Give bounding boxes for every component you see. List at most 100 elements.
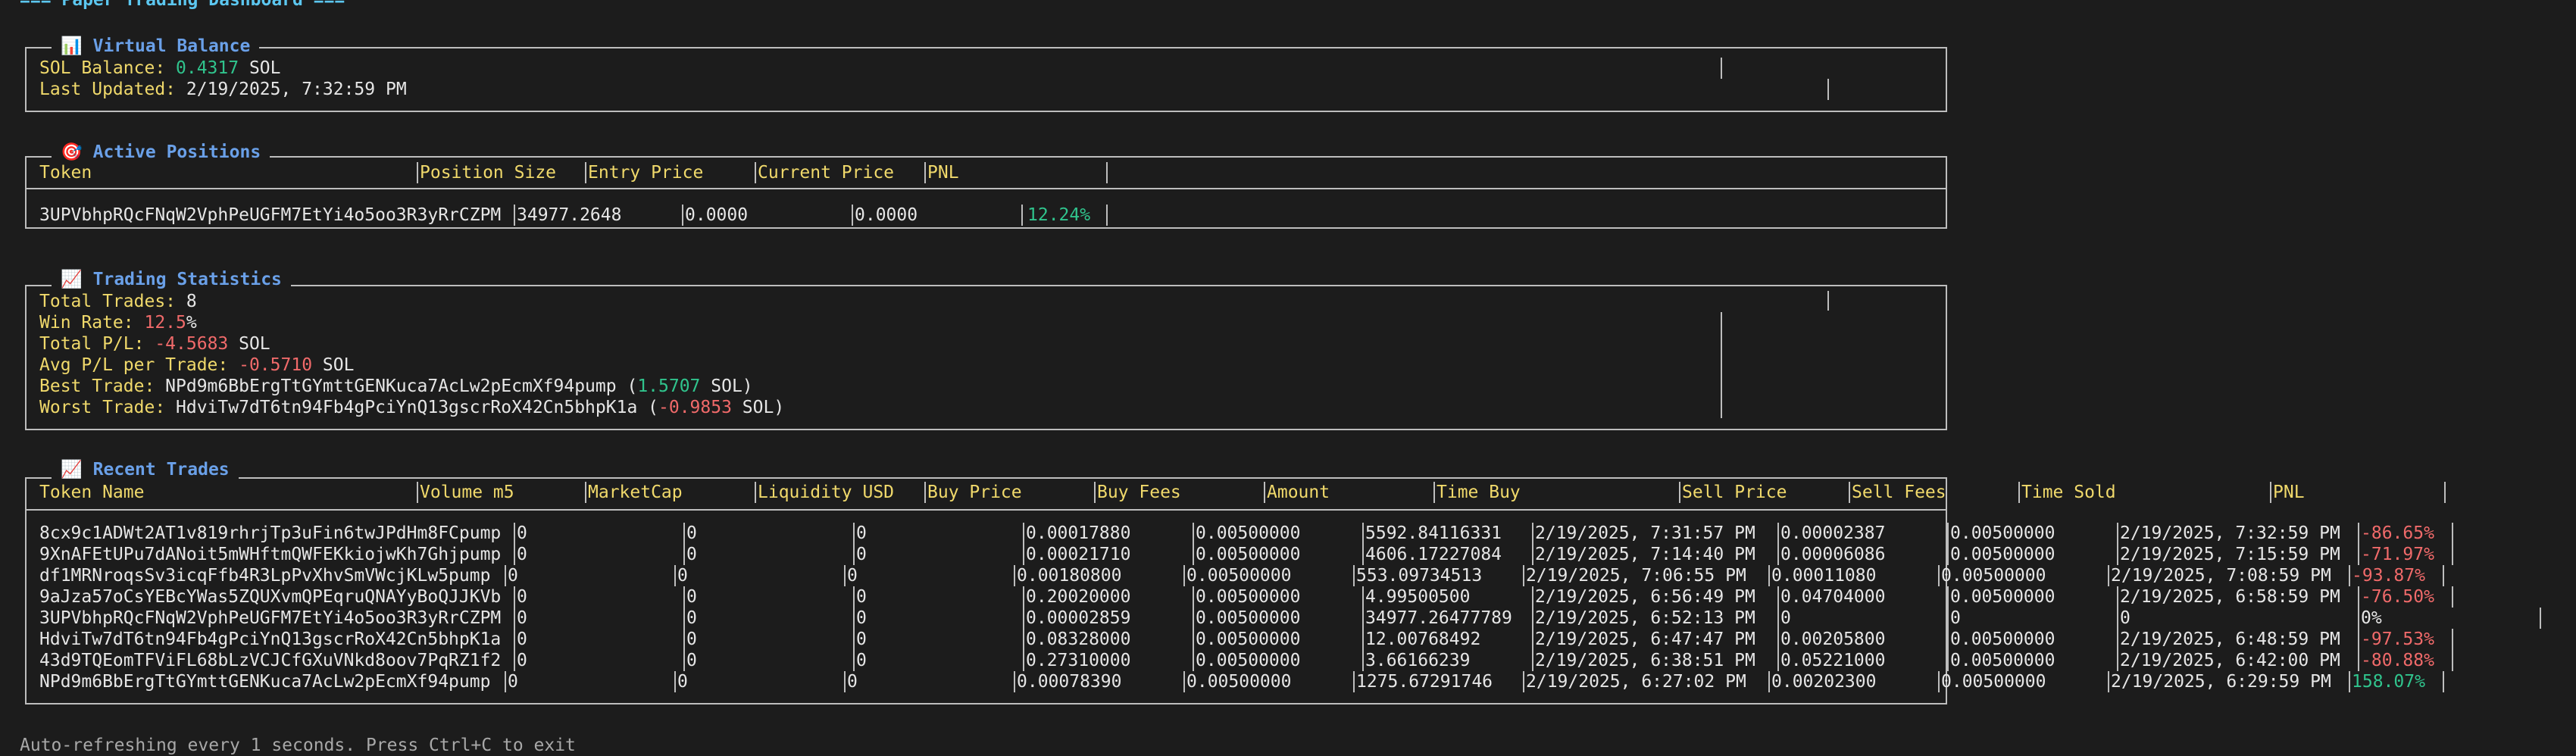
- column-separator: [1849, 482, 1850, 503]
- trade-volume-m5: 0: [517, 523, 527, 543]
- column-separator: [1264, 482, 1265, 503]
- column-separator: [2018, 482, 2020, 503]
- last-updated-line: Last Updated: 2/19/2025, 7:32:59 PM: [39, 80, 407, 99]
- best-trade-value: 1.5707: [637, 376, 701, 396]
- column-separator: [2444, 482, 2446, 503]
- trade-amount: 4606.17227084: [1365, 545, 1502, 564]
- column-separator: [674, 671, 676, 692]
- column-separator: [514, 205, 515, 226]
- column-separator: [2349, 671, 2350, 692]
- trade-buy-price: 0.00021710: [1026, 545, 1131, 564]
- trades-header-volume-m5: Volume m5: [420, 483, 514, 502]
- trade-sell-fees: 0.00500000: [1950, 523, 2055, 543]
- positions-header-entry: Entry Price: [588, 163, 704, 183]
- column-separator: [1193, 586, 1194, 608]
- column-separator: [1023, 629, 1024, 650]
- column-separator: [1362, 608, 1364, 629]
- column-separator: [1532, 544, 1533, 565]
- trade-liquidity-usd: 0: [856, 587, 867, 607]
- column-separator: [1023, 544, 1024, 565]
- trade-pnl: 0%: [2361, 608, 2382, 628]
- column-separator: [2117, 650, 2118, 671]
- trade-time-buy: 2/19/2025, 7:31:57 PM: [1535, 523, 1755, 543]
- best-trade-token: NPd9m6BbErgTtGYmttGENKuca7AcLw2pEcmXf94p…: [165, 376, 617, 396]
- column-separator: [1193, 523, 1194, 544]
- trade-time-sold: 2/19/2025, 6:48:59 PM: [2120, 629, 2340, 649]
- trade-token-name: HdviTw7dT6tn94Fb4gPciYnQ13gscrRoX42Cn5bh…: [39, 629, 502, 649]
- column-separator: [2540, 608, 2541, 629]
- trade-sell-price: 0: [1780, 608, 1791, 628]
- column-separator: [1362, 523, 1364, 544]
- bar-chart-icon: 📊: [61, 36, 83, 56]
- column-separator: [2443, 565, 2444, 586]
- trade-volume-m5: 0: [508, 672, 518, 692]
- column-separator: [417, 162, 418, 183]
- trade-sell-fees: 0.00500000: [1950, 651, 2055, 670]
- trade-buy-price: 0.00017880: [1026, 523, 1131, 543]
- column-separator: [683, 650, 685, 671]
- trade-time-sold: 2/19/2025, 6:29:59 PM: [2111, 672, 2331, 692]
- column-separator: [853, 608, 855, 629]
- column-separator: [1777, 586, 1779, 608]
- trade-amount: 1275.67291746: [1356, 672, 1493, 692]
- trade-marketcap: 0: [686, 651, 697, 670]
- chart-up-icon: 📈: [61, 460, 83, 480]
- column-separator: [1947, 544, 1949, 565]
- trade-sell-fees: 0.00500000: [1941, 566, 2046, 586]
- column-separator: [1106, 205, 1108, 226]
- column-separator: [1193, 629, 1194, 650]
- trade-amount: 4.99500500: [1365, 587, 1471, 607]
- column-separator: [505, 565, 506, 586]
- column-separator: [1721, 58, 1722, 79]
- trade-time-buy: 2/19/2025, 7:06:55 PM: [1526, 566, 1746, 586]
- trade-buy-fees: 0.00500000: [1196, 608, 1301, 628]
- trade-liquidity-usd: 0: [856, 608, 867, 628]
- column-separator: [853, 629, 855, 650]
- worst-trade-value: -0.9853: [658, 398, 732, 417]
- trade-amount: 5592.84116331: [1365, 523, 1502, 543]
- trade-sell-price: 0.00006086: [1780, 545, 1886, 564]
- trade-time-sold: 0: [2120, 608, 2131, 628]
- trade-liquidity-usd: 0: [856, 629, 867, 649]
- column-separator: [1193, 650, 1194, 671]
- column-separator: [1768, 565, 1770, 586]
- column-separator: [1532, 523, 1533, 544]
- trade-liquidity-usd: 0: [856, 523, 867, 543]
- trades-header-marketcap: MarketCap: [588, 483, 683, 502]
- trades-header-pnl: PNL: [2273, 483, 2305, 502]
- worst-trade-line: Worst Trade: HdviTw7dT6tn94Fb4gPciYnQ13g…: [39, 398, 785, 417]
- trade-buy-price: 0.00180800: [1017, 566, 1122, 586]
- trade-buy-fees: 0.00500000: [1186, 672, 1292, 692]
- trade-buy-fees: 0.00500000: [1196, 523, 1301, 543]
- column-separator: [853, 586, 855, 608]
- trade-buy-price: 0.00078390: [1017, 672, 1122, 692]
- column-separator: [682, 205, 683, 226]
- column-separator: [1023, 586, 1024, 608]
- worst-trade-token: HdviTw7dT6tn94Fb4gPciYnQ13gscrRoX42Cn5bh…: [176, 398, 638, 417]
- trade-time-buy: 2/19/2025, 6:56:49 PM: [1535, 587, 1755, 607]
- column-separator: [1094, 482, 1096, 503]
- column-separator: [683, 629, 685, 650]
- column-separator: [2349, 565, 2350, 586]
- column-separator: [1353, 565, 1355, 586]
- column-separator: [844, 671, 846, 692]
- column-separator: [2452, 586, 2453, 608]
- avg-pl-line: Avg P/L per Trade: -0.5710 SOL: [39, 355, 355, 375]
- position-token: 3UPVbhpRQcFNqW2VphPeUGFM7EtYi4o5oo3R3yRr…: [39, 205, 502, 225]
- recent-trades-title: Recent Trades: [92, 460, 230, 480]
- trade-marketcap: 0: [686, 587, 697, 607]
- header-divider: [25, 509, 1947, 511]
- trade-volume-m5: 0: [517, 587, 527, 607]
- column-separator: [1353, 671, 1355, 692]
- win-rate-value: 12.5: [144, 313, 186, 333]
- trade-buy-fees: 0.00500000: [1196, 587, 1301, 607]
- total-trades-line: Total Trades: 8: [39, 292, 197, 311]
- column-separator: [2358, 544, 2359, 565]
- column-separator: [505, 671, 506, 692]
- trade-volume-m5: 0: [517, 651, 527, 670]
- trade-liquidity-usd: 0: [856, 651, 867, 670]
- column-separator: [514, 650, 515, 671]
- trade-token-name: 9XnAFEtUPu7dANoit5mWHftmQWFEKkiojwKh7Ghj…: [39, 545, 502, 564]
- trade-token-name: df1MRNroqsSv3icqFfb4R3LpPvXhvSmVWcjKLw5p…: [39, 566, 491, 586]
- trade-marketcap: 0: [686, 629, 697, 649]
